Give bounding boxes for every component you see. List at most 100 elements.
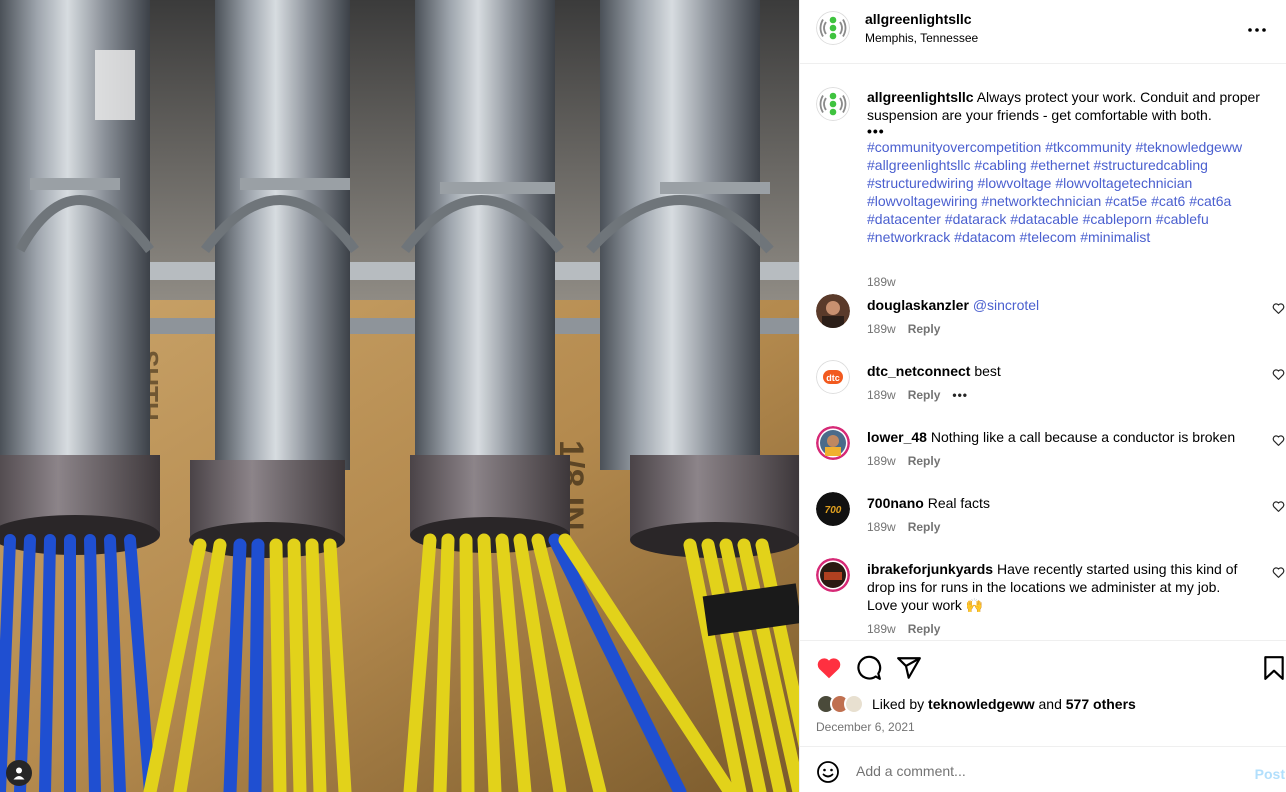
hashtag-link[interactable]: #ethernet xyxy=(1030,157,1089,173)
author-avatar[interactable] xyxy=(816,11,850,45)
caption-author-avatar[interactable] xyxy=(816,87,850,121)
hashtag-link[interactable]: #minimalist xyxy=(1080,229,1150,245)
comment-text: Nothing like a call because a conductor … xyxy=(930,429,1236,445)
comment-body: 700nano Real facts xyxy=(867,494,1247,512)
heart-filled-icon[interactable] xyxy=(816,655,842,681)
hashtag-link[interactable]: #lowvoltagetechnician xyxy=(1055,175,1192,191)
post-location[interactable]: Memphis, Tennessee xyxy=(865,31,978,45)
comment-item: douglaskanzler @sincrotel 189w Reply xyxy=(800,294,1286,354)
hashtag-link[interactable]: #lowvoltagewiring xyxy=(867,193,978,209)
hashtag-link[interactable]: #cat6 xyxy=(1151,193,1185,209)
hashtag-link[interactable]: #datacom xyxy=(954,229,1015,245)
commenter-username[interactable]: ibrakeforjunkyards xyxy=(867,561,993,577)
comment-body: lower_48 Nothing like a call because a c… xyxy=(867,428,1247,446)
comment-body: dtc_netconnect best xyxy=(867,362,1247,380)
reply-button[interactable]: Reply xyxy=(908,322,941,336)
comment-icon[interactable] xyxy=(856,655,882,681)
comment-like-heart-icon[interactable] xyxy=(1272,434,1285,447)
commenter-avatar[interactable] xyxy=(816,426,850,460)
svg-text:700: 700 xyxy=(825,505,842,516)
emoji-icon[interactable] xyxy=(816,760,840,784)
hashtag-link[interactable]: #datacenter xyxy=(867,211,941,227)
comment-mention[interactable]: @sincrotel xyxy=(973,297,1039,313)
hashtag-link[interactable]: #structuredcabling xyxy=(1094,157,1208,173)
comment-item: ibrakeforjunkyards Have recently started… xyxy=(800,558,1286,638)
reply-button[interactable]: Reply xyxy=(908,454,941,468)
hashtag-link[interactable]: #cablefu xyxy=(1156,211,1209,227)
hashtag-link[interactable]: #cat5e xyxy=(1105,193,1147,209)
hashtag-link[interactable]: #networkrack xyxy=(867,229,950,245)
share-icon[interactable] xyxy=(896,655,922,681)
commenter-avatar[interactable] xyxy=(816,294,850,328)
comment-body: ibrakeforjunkyards Have recently started… xyxy=(867,560,1247,614)
comment-meta: 189w Reply xyxy=(867,322,940,336)
comments-list[interactable]: allgreenlightsllc Always protect your wo… xyxy=(800,65,1286,640)
comment-time[interactable]: 189w xyxy=(867,322,896,336)
comment-body: douglaskanzler @sincrotel xyxy=(867,296,1247,314)
comment-meta: 189w Reply xyxy=(867,454,940,468)
comment-meta: 189w Reply ••• xyxy=(867,388,968,402)
reply-button[interactable]: Reply xyxy=(908,520,941,534)
comment-like-heart-icon[interactable] xyxy=(1272,302,1285,315)
conduit-cabling-image: 1/8 IN SHTH xyxy=(0,0,799,792)
likes-joiner: and xyxy=(1038,696,1062,712)
comment-like-heart-icon[interactable] xyxy=(1272,566,1285,579)
user-icon xyxy=(13,767,25,780)
commenter-avatar[interactable]: dtc xyxy=(816,360,850,394)
hashtag-link[interactable]: #cat6a xyxy=(1189,193,1231,209)
add-comment-bar: Post xyxy=(800,746,1286,792)
commenter-username[interactable]: dtc_netconnect xyxy=(867,363,970,379)
hashtag-link[interactable]: #teknowledgeww xyxy=(1135,139,1242,155)
commenter-username[interactable]: 700nano xyxy=(867,495,924,511)
caption-username[interactable]: allgreenlightsllc xyxy=(867,89,974,105)
commenter-username[interactable]: douglaskanzler xyxy=(867,297,969,313)
hashtag-link[interactable]: #cabling xyxy=(974,157,1026,173)
post-comment-button[interactable]: Post xyxy=(1255,766,1285,782)
comment-item: lower_48 Nothing like a call because a c… xyxy=(800,426,1286,486)
hashtag-link[interactable]: #lowvoltage xyxy=(978,175,1052,191)
hashtag-link[interactable]: #cableporn xyxy=(1083,211,1152,227)
post-header: allgreenlightsllc Memphis, Tennessee xyxy=(800,0,1286,64)
post-date[interactable]: December 6, 2021 xyxy=(816,720,915,734)
tagged-user-icon[interactable] xyxy=(6,760,32,786)
reply-button[interactable]: Reply xyxy=(908,388,941,402)
hashtag-link[interactable]: #communityovercompetition xyxy=(867,139,1041,155)
comment-text: best xyxy=(974,363,1001,379)
reply-button[interactable]: Reply xyxy=(908,622,941,636)
liked-by-user[interactable]: teknowledgeww xyxy=(928,696,1035,712)
caption-hashtags: #communityovercompetition #tkcommunity #… xyxy=(867,139,1242,245)
comment-time[interactable]: 189w xyxy=(867,454,896,468)
comment-input[interactable] xyxy=(856,759,1226,783)
hashtag-link[interactable]: #tkcommunity xyxy=(1045,139,1131,155)
comment-item: 700 700nano Real facts 189w Reply xyxy=(800,492,1286,552)
hashtag-link[interactable]: #datacable xyxy=(1010,211,1079,227)
post-detail-panel: allgreenlightsllc Memphis, Tennessee all… xyxy=(799,0,1286,792)
hashtag-link[interactable]: #telecom xyxy=(1020,229,1077,245)
author-username[interactable]: allgreenlightsllc xyxy=(865,11,972,27)
commenter-avatar[interactable] xyxy=(816,558,850,592)
comment-time[interactable]: 189w xyxy=(867,388,896,402)
likes-others-link[interactable]: 577 others xyxy=(1066,696,1136,712)
hashtag-link[interactable]: #allgreenlightsllc xyxy=(867,157,971,173)
post-photo[interactable]: 1/8 IN SHTH xyxy=(0,0,799,792)
likes-text: Liked by teknowledgeww and 577 others xyxy=(872,696,1136,712)
commenter-avatar[interactable]: 700 xyxy=(816,492,850,526)
comment-time[interactable]: 189w xyxy=(867,622,896,636)
comment-time[interactable]: 189w xyxy=(867,520,896,534)
caption-timestamp[interactable]: 189w xyxy=(867,275,896,289)
comment-text: Real facts xyxy=(927,495,990,511)
hashtag-link[interactable]: #structuredwiring xyxy=(867,175,974,191)
comment-like-heart-icon[interactable] xyxy=(1272,368,1285,381)
svg-text:dtc: dtc xyxy=(826,373,840,383)
comment-like-heart-icon[interactable] xyxy=(1272,500,1285,513)
liker-avatar[interactable] xyxy=(844,694,864,714)
comment-options-button[interactable]: ••• xyxy=(952,388,968,402)
hashtag-link[interactable]: #datarack xyxy=(945,211,1006,227)
commenter-username[interactable]: lower_48 xyxy=(867,429,927,445)
more-options-icon[interactable] xyxy=(1247,20,1267,40)
comment-meta: 189w Reply xyxy=(867,622,940,636)
caption-text-block: allgreenlightsllc Always protect your wo… xyxy=(867,88,1267,246)
bookmark-icon[interactable] xyxy=(1261,655,1286,681)
hashtag-link[interactable]: #networktechnician xyxy=(981,193,1101,209)
caption-ellipsis: ••• xyxy=(867,123,885,139)
